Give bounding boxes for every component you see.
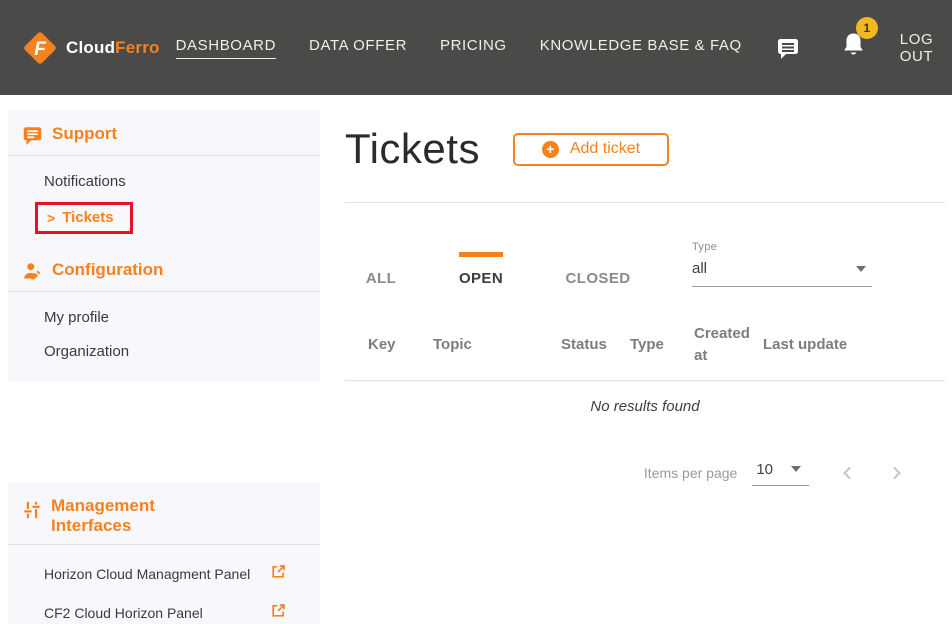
link-label: CF2 Cloud Horizon Panel <box>44 605 203 621</box>
column-header-type: Type <box>630 334 694 356</box>
sidebar-gap <box>8 382 320 482</box>
notifications-bell[interactable]: 1 <box>841 31 866 64</box>
page-title: Tickets <box>345 125 480 173</box>
plus-icon: + <box>542 141 559 158</box>
nav-data-offer[interactable]: DATA OFFER <box>309 37 407 58</box>
nav-dashboard[interactable]: DASHBOARD <box>176 37 276 59</box>
tab-open-label: OPEN <box>459 270 503 287</box>
divider <box>345 380 945 381</box>
tab-indicator <box>576 252 620 257</box>
sidebar-item-notifications[interactable]: Notifications <box>8 173 320 190</box>
chat-bubble-icon <box>22 125 43 146</box>
tab-indicator <box>359 252 403 257</box>
external-link-icon <box>271 564 286 584</box>
sliders-icon <box>22 499 42 521</box>
previous-page-button[interactable] <box>839 464 857 482</box>
tab-all[interactable]: ALL <box>345 252 417 287</box>
status-tabs: ALL OPEN CLOSED <box>345 252 651 287</box>
messages-icon[interactable] <box>775 35 801 61</box>
nav-knowledge-base[interactable]: KNOWLEDGE BASE & FAQ <box>540 37 742 58</box>
cloudferro-diamond-icon: F <box>20 27 60 69</box>
column-header-key: Key <box>368 334 433 356</box>
tickets-page: Tickets + Add ticket ALL OPEN <box>345 95 945 486</box>
cloudferro-dashboard: F CloudFerro DASHBOARD DATA OFFER PRICIN… <box>0 0 952 624</box>
sidebar-support-configuration-block: Support Notifications > Tickets <box>8 110 320 382</box>
chevron-down-icon <box>856 266 866 272</box>
tickets-highlight-annotation: > Tickets <box>8 190 320 238</box>
sidebar-section-support: Support <box>8 124 320 146</box>
configuration-section-title: Configuration <box>52 260 163 280</box>
brand-name: CloudFerro <box>66 38 160 58</box>
column-header-status: Status <box>561 334 630 356</box>
tickets-label: Tickets <box>62 209 113 226</box>
column-header-last-update: Last update <box>763 334 848 356</box>
sidebar-link-horizon-panel[interactable]: Horizon Cloud Managment Panel <box>8 564 320 584</box>
divider <box>345 202 945 203</box>
pagination-bar: Items per page 10 <box>345 461 905 486</box>
items-per-page-select[interactable]: 10 <box>752 461 809 486</box>
page-title-row: Tickets + Add ticket <box>345 125 945 173</box>
sidebar-link-cf2-horizon-panel[interactable]: CF2 Cloud Horizon Panel <box>8 603 320 623</box>
nav-pricing[interactable]: PRICING <box>440 37 507 58</box>
svg-text:F: F <box>34 39 47 60</box>
sidebar-item-tickets[interactable]: > Tickets <box>35 202 133 234</box>
cloudferro-logo[interactable]: F CloudFerro <box>20 27 160 69</box>
topbar-right-actions: 1 LOG OUT EN <box>775 31 952 65</box>
next-page-button[interactable] <box>887 464 905 482</box>
sidebar-section-configuration: Configuration <box>8 260 320 282</box>
person-settings-icon <box>22 261 43 282</box>
sidebar-section-management-interfaces: Management Interfaces <box>8 496 320 535</box>
items-per-page-label: Items per page <box>644 465 737 481</box>
divider <box>8 544 320 545</box>
top-nav-links: DASHBOARD DATA OFFER PRICING KNOWLEDGE B… <box>176 37 775 59</box>
column-header-topic: Topic <box>433 334 561 356</box>
management-section-title: Management Interfaces <box>51 496 191 535</box>
top-navigation-bar: F CloudFerro DASHBOARD DATA OFFER PRICIN… <box>0 0 952 95</box>
support-section-title: Support <box>52 124 117 144</box>
tab-closed[interactable]: CLOSED <box>545 252 651 287</box>
divider <box>8 291 320 292</box>
type-filter-dropdown[interactable]: Type all <box>692 241 872 287</box>
tab-open[interactable]: OPEN <box>417 252 545 287</box>
filter-row: ALL OPEN CLOSED Type all <box>345 241 945 287</box>
chevron-down-icon <box>791 466 801 472</box>
tickets-table-header: Key Topic Status Type Created at Last up… <box>345 323 945 367</box>
column-header-created-at: Created at <box>694 323 763 367</box>
notification-count-badge: 1 <box>856 17 878 39</box>
type-filter-label: Type <box>692 241 872 253</box>
sidebar-item-organization[interactable]: Organization <box>8 343 320 360</box>
type-filter-value: all <box>692 260 707 277</box>
external-link-icon <box>271 603 286 623</box>
add-ticket-button[interactable]: + Add ticket <box>513 133 669 166</box>
sidebar-item-my-profile[interactable]: My profile <box>8 309 320 326</box>
tab-all-label: ALL <box>366 270 396 287</box>
sidebar-management-block: Management Interfaces Horizon Cloud Mana… <box>8 482 320 624</box>
active-tab-indicator <box>459 252 503 257</box>
items-per-page-value: 10 <box>756 461 773 478</box>
tab-closed-label: CLOSED <box>566 270 631 287</box>
divider <box>8 155 320 156</box>
add-ticket-label: Add ticket <box>570 140 640 158</box>
chevron-right-icon: > <box>47 210 55 226</box>
logout-button[interactable]: LOG OUT <box>900 31 933 65</box>
sidebar: Support Notifications > Tickets <box>8 110 320 624</box>
empty-results-message: No results found <box>345 398 945 415</box>
link-label: Horizon Cloud Managment Panel <box>44 566 250 582</box>
